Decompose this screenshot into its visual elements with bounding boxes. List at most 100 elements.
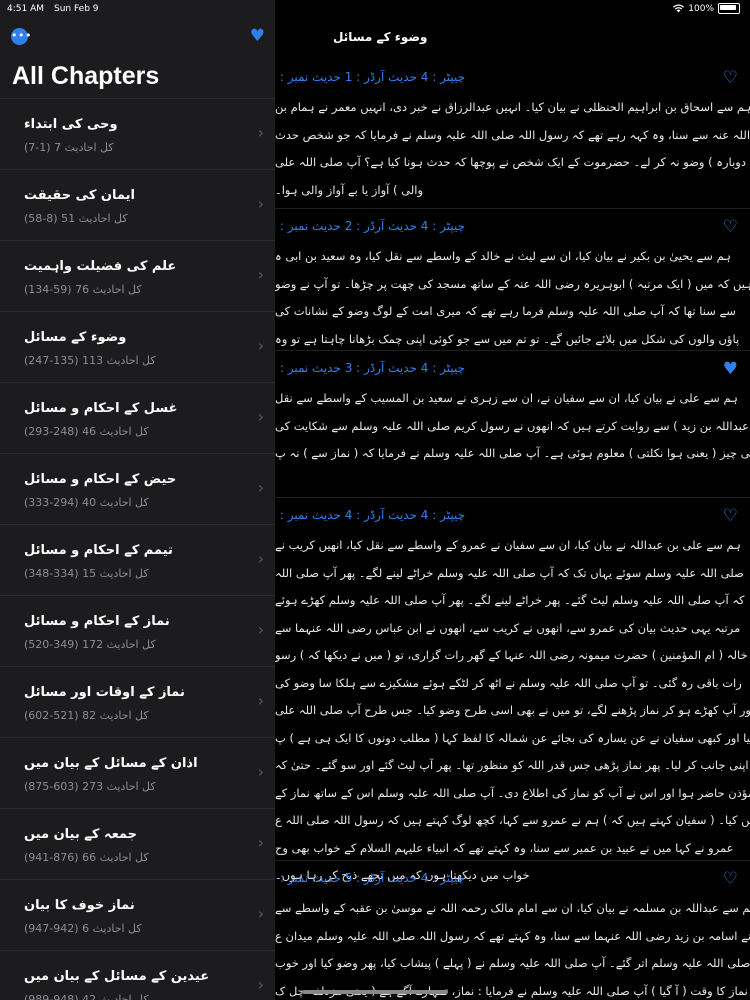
status-date: Sun Feb 9: [54, 4, 99, 14]
chapter-item[interactable]: جمعہ کے بیان میں کل احادیث 66 (876-941) ›: [0, 808, 275, 879]
chapter-item[interactable]: ایمان کی حقیقت کل احادیث 51 (8-58) ›: [0, 169, 275, 240]
chapter-item[interactable]: وضوء کے مسائل کل احادیث 113 (135-247) ›: [0, 311, 275, 382]
hadith-content: وضوء کے مسائل چیپٹر : 4 حدیث آرڈر : 1 حد…: [275, 0, 750, 1000]
hadith-body: ہم سے عبداللہ بن مسلمہ نے بیان کیا، ان س…: [275, 897, 750, 1000]
hadith-text-line: مؤذن حاضر ہوا اور اس نے آپ کو نماز کی اط…: [275, 785, 750, 800]
chevron-right-icon: ›: [257, 975, 264, 994]
hadith-reference[interactable]: چیپٹر : 4 حدیث آرڈر : 4 حدیث نمبر : 138: [275, 508, 465, 528]
chevron-right-icon: ›: [257, 265, 264, 284]
chapter-item[interactable]: نماز خوف کا بیان کل احادیث 6 (942-947) ›: [0, 879, 275, 950]
chevron-right-icon: ›: [257, 762, 264, 781]
chapter-item[interactable]: نماز کے احکام و مسائل کل احادیث 172 (349-…: [0, 595, 275, 666]
hadith-text-line: کوئی چیز ( یعنی ہوا نکلتی ) معلوم ہوئی ہ…: [275, 446, 750, 460]
chapter-name: تیمم کے احکام و مسائل: [24, 543, 173, 558]
chapter-count: کل احادیث 82 (521-602): [24, 709, 149, 722]
hadith-text-line: ہم سے اسحاق بن ابراہیم الحنظلی نے بیان ک…: [275, 100, 750, 114]
hadith-item: چیپٹر : 4 حدیث آرڈر : 1 حدیث نمبر : 135 ♡…: [275, 62, 750, 208]
hadith-text-line: صلی اللہ علیہ وسلم اتر گئے۔ آپ صلی اللہ …: [275, 956, 750, 970]
chapter-name: نماز خوف کا بیان: [24, 898, 135, 913]
hadith-item: چیپٹر : 4 حدیث آرڈر : 5 حدیث نمبر : 139 ♡…: [275, 860, 750, 1000]
sidebar-title: All Chapters: [12, 62, 160, 90]
chevron-right-icon: ›: [257, 549, 264, 568]
status-bar: 4:51 AM Sun Feb 9 100%: [0, 0, 750, 18]
hadith-text-line: ( دوبارہ ) وضو نہ کر لے۔ حضرموت کے ایک ش…: [275, 155, 750, 169]
hadith-body: ہم سے یحییٰ بن بکیر نے بیان کیا، ان سے ل…: [275, 245, 750, 355]
hadith-text-line: گیا اور کبھی سفیان نے عن یسارہ کی بجائے …: [275, 730, 750, 745]
hadith-text-line: رات باقی رہ گئی۔ تو آپ صلی اللہ علیہ وسل…: [275, 675, 742, 690]
chapter-count: کل احادیث 51 (8-58): [24, 212, 128, 225]
battery-percent: 100%: [688, 3, 714, 14]
chapter-item[interactable]: تیمم کے احکام و مسائل کل احادیث 15 (334-3…: [0, 524, 275, 595]
hadith-text-line: ( عبداللہ بن زید ) سے روایت کرتے ہیں کہ …: [275, 418, 750, 433]
chevron-right-icon: ›: [257, 691, 264, 710]
chapter-count: کل احادیث 46 (248-293): [24, 425, 149, 438]
chapter-name: اذان کے مسائل کے بیان میں: [24, 756, 198, 771]
hadith-text-line: مرتبہ یہی حدیث بیان کی عمرو سے، انھوں نے…: [275, 620, 741, 635]
chapter-count: کل احادیث 113 (135-247): [24, 354, 156, 367]
more-options-icon[interactable]: •••: [11, 28, 31, 45]
chapter-name: وحی کی ابتداء: [24, 117, 118, 132]
hadith-item: چیپٹر : 4 حدیث آرڈر : 4 حدیث نمبر : 138 ♡…: [275, 497, 750, 882]
hadith-text-line: ہم سے علی نے بیان کیا، ان سے سفیان نے، ا…: [275, 391, 738, 405]
hadith-text-line: ہیں کہ میں ( ایک مرتبہ ) ابوہریرہ رضی ال…: [275, 276, 750, 291]
heart-outline-icon[interactable]: ♡: [723, 506, 738, 526]
hadith-text-line: کہ آپ صلی اللہ علیہ وسلم لیٹ گئے۔ پھر خر…: [275, 593, 745, 607]
chapter-count: کل احادیث 40 (294-333): [24, 496, 149, 509]
hadith-text-line: ہم سے علی بن عبداللہ نے بیان کیا، ان سے …: [275, 538, 741, 552]
chapter-item[interactable]: حیض کے احکام و مسائل کل احادیث 40 (294-33…: [0, 453, 275, 524]
chapter-name: غسل کے احکام و مسائل: [24, 401, 178, 416]
hadith-text-line: اور آپ کھڑے ہو کر نماز پڑھنے لگے، تو میں…: [275, 703, 750, 717]
chapter-name: ایمان کی حقیقت: [24, 188, 135, 203]
chevron-right-icon: ›: [257, 833, 264, 852]
hadith-text-line: ہم سے عبداللہ بن مسلمہ نے بیان کیا، ان س…: [275, 901, 750, 915]
chapter-item[interactable]: غسل کے احکام و مسائل کل احادیث 46 (248-29…: [0, 382, 275, 453]
hadith-reference[interactable]: چیپٹر : 4 حدیث آرڈر : 5 حدیث نمبر : 139: [275, 871, 465, 891]
chevron-right-icon: ›: [257, 620, 264, 639]
chapter-item[interactable]: اذان کے مسائل کے بیان میں کل احادیث 273 (…: [0, 737, 275, 808]
home-indicator: [302, 990, 448, 994]
hadith-body: ہم سے اسحاق بن ابراہیم الحنظلی نے بیان ک…: [275, 96, 750, 206]
chevron-right-icon: ›: [257, 194, 264, 213]
chapter-name: جمعہ کے بیان میں: [24, 827, 138, 842]
chevron-right-icon: ›: [257, 478, 264, 497]
chapter-count: کل احادیث 76 (59-134): [24, 283, 142, 296]
chapter-item[interactable]: وحی کی ابتداء کل احادیث 7 (1-7) ›: [0, 98, 275, 169]
chevron-right-icon: ›: [257, 123, 264, 142]
hadith-reference[interactable]: چیپٹر : 4 حدیث آرڈر : 3 حدیث نمبر : 137: [275, 361, 465, 381]
chapter-item[interactable]: عیدین کے مسائل کے بیان میں کل احادیث 42 (…: [0, 950, 275, 1000]
hadith-text-line: خالہ ( ام المؤمنین ) حضرت میمونہ رضی الل…: [275, 648, 748, 662]
chapter-count: کل احادیث 273 (603-875): [24, 780, 156, 793]
hadith-body: ہم سے علی نے بیان کیا، ان سے سفیان نے، ا…: [275, 387, 750, 470]
chapter-name: حیض کے احکام و مسائل: [24, 472, 177, 487]
chapter-count: کل احادیث 172 (349-520): [24, 638, 156, 651]
battery-icon: [718, 3, 740, 14]
hadith-text-line: ہم سے یحییٰ بن بکیر نے بیان کیا، ان سے ل…: [275, 249, 731, 263]
hadith-text-line: والی ) آواز یا بے آواز والی ہوا۔: [275, 182, 424, 197]
chapter-name: نماز کے اوقات اور مسائل: [24, 685, 185, 700]
hadith-body: ہم سے علی بن عبداللہ نے بیان کیا، ان سے …: [275, 534, 750, 892]
hadith-item: چیپٹر : 4 حدیث آرڈر : 2 حدیث نمبر : 136 ♡…: [275, 208, 750, 351]
hadith-text-line: نے اسامہ بن زید رضی اللہ عنہما سے سنا، و…: [275, 928, 750, 943]
chapter-item[interactable]: علم کی فضیلت واہمیت کل احادیث 76 (59-134)…: [0, 240, 275, 311]
hadith-reference[interactable]: چیپٹر : 4 حدیث آرڈر : 2 حدیث نمبر : 136: [275, 219, 465, 239]
hadith-text-line: صلی اللہ علیہ وسلم سوئے یہاں تک کہ آپ صل…: [275, 565, 744, 580]
status-right: 100%: [673, 3, 740, 14]
chapter-count: کل احادیث 7 (1-7): [24, 141, 114, 154]
heart-outline-icon[interactable]: ♡: [723, 217, 738, 237]
heart-filled-icon[interactable]: ♥: [723, 359, 738, 379]
sidebar-toolbar: ••• ♥: [11, 28, 265, 48]
chapter-name: وضوء کے مسائل: [24, 330, 127, 345]
hadith-item: چیپٹر : 4 حدیث آرڈر : 3 حدیث نمبر : 137 ♥…: [275, 350, 750, 498]
sidebar: ••• ♥ All Chapters وحی کی ابتداء کل احادی…: [0, 0, 275, 1000]
hadith-reference[interactable]: چیپٹر : 4 حدیث آرڈر : 1 حدیث نمبر : 135: [275, 70, 465, 90]
favorites-heart-icon[interactable]: ♥: [250, 28, 265, 45]
wifi-icon: [673, 4, 685, 13]
heart-outline-icon[interactable]: ♡: [723, 68, 738, 88]
chevron-right-icon: ›: [257, 904, 264, 923]
status-time: 4:51 AM: [7, 4, 44, 14]
heart-outline-icon[interactable]: ♡: [723, 869, 738, 889]
chapter-count: کل احادیث 66 (876-941): [24, 851, 149, 864]
chapter-list: وحی کی ابتداء کل احادیث 7 (1-7) › ایمان کی …: [0, 98, 275, 1000]
chapter-count: کل احادیث 42 (948-989): [24, 993, 149, 1000]
chapter-item[interactable]: نماز کے اوقات اور مسائل کل احادیث 82 (521…: [0, 666, 275, 737]
